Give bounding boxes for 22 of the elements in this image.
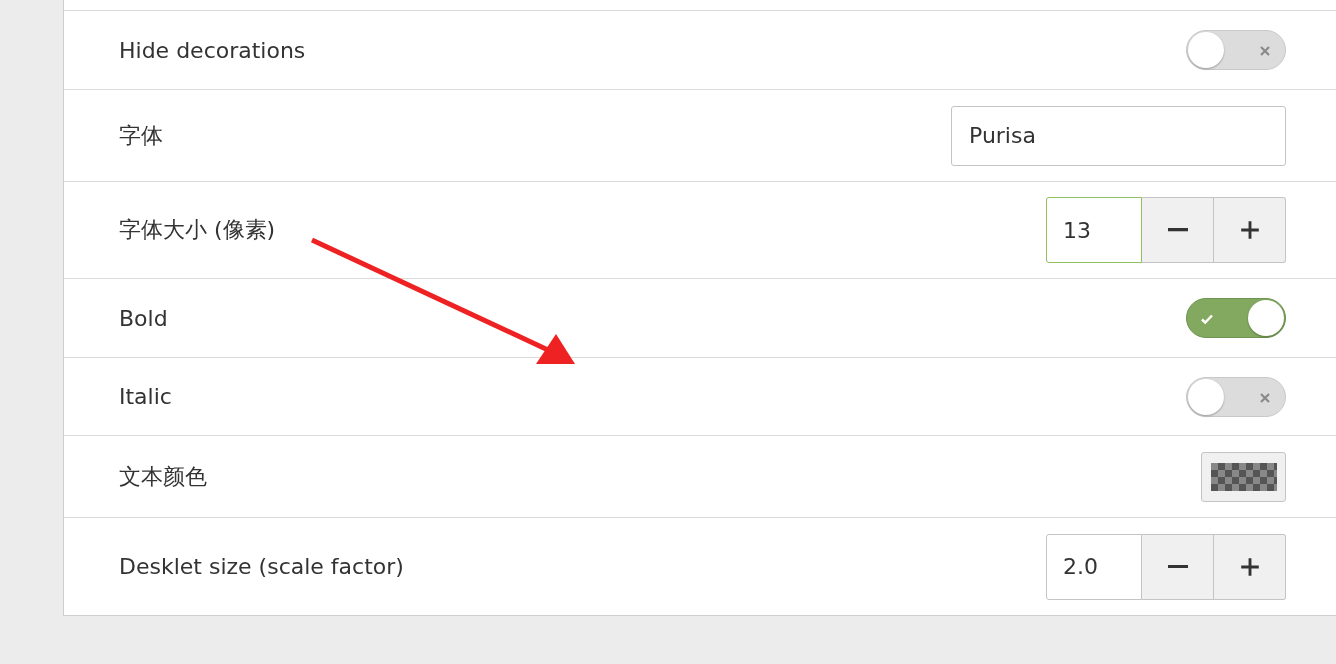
color-button[interactable] <box>1201 451 1286 502</box>
plus-icon <box>1238 219 1261 241</box>
toggle-switch[interactable] <box>1186 298 1286 338</box>
setting-label: Desklet size (scale factor) <box>119 554 404 579</box>
setting-label: Bold <box>119 305 168 331</box>
setting-label: Hide decorations <box>119 37 306 63</box>
decrement-button[interactable] <box>1142 533 1214 600</box>
setting-label: 字体大小 (像素) <box>119 216 276 244</box>
setting-label: 文本颜色 <box>119 462 207 491</box>
toggle-switch[interactable] <box>1186 30 1286 70</box>
plus-icon <box>1238 555 1261 578</box>
setting-label: Italic <box>119 384 172 409</box>
font-field[interactable]: Purisa <box>951 105 1286 166</box>
minus-icon <box>1167 228 1188 232</box>
setting-label: 字体 <box>119 121 163 150</box>
increment-button[interactable] <box>1214 197 1286 263</box>
minus-icon <box>1167 564 1188 569</box>
toggle-switch[interactable] <box>1186 376 1286 417</box>
decrement-button[interactable] <box>1142 197 1214 263</box>
number-field[interactable]: 13 <box>1046 197 1142 263</box>
increment-button[interactable] <box>1214 533 1286 600</box>
number-field[interactable]: 2.0 <box>1046 533 1142 600</box>
